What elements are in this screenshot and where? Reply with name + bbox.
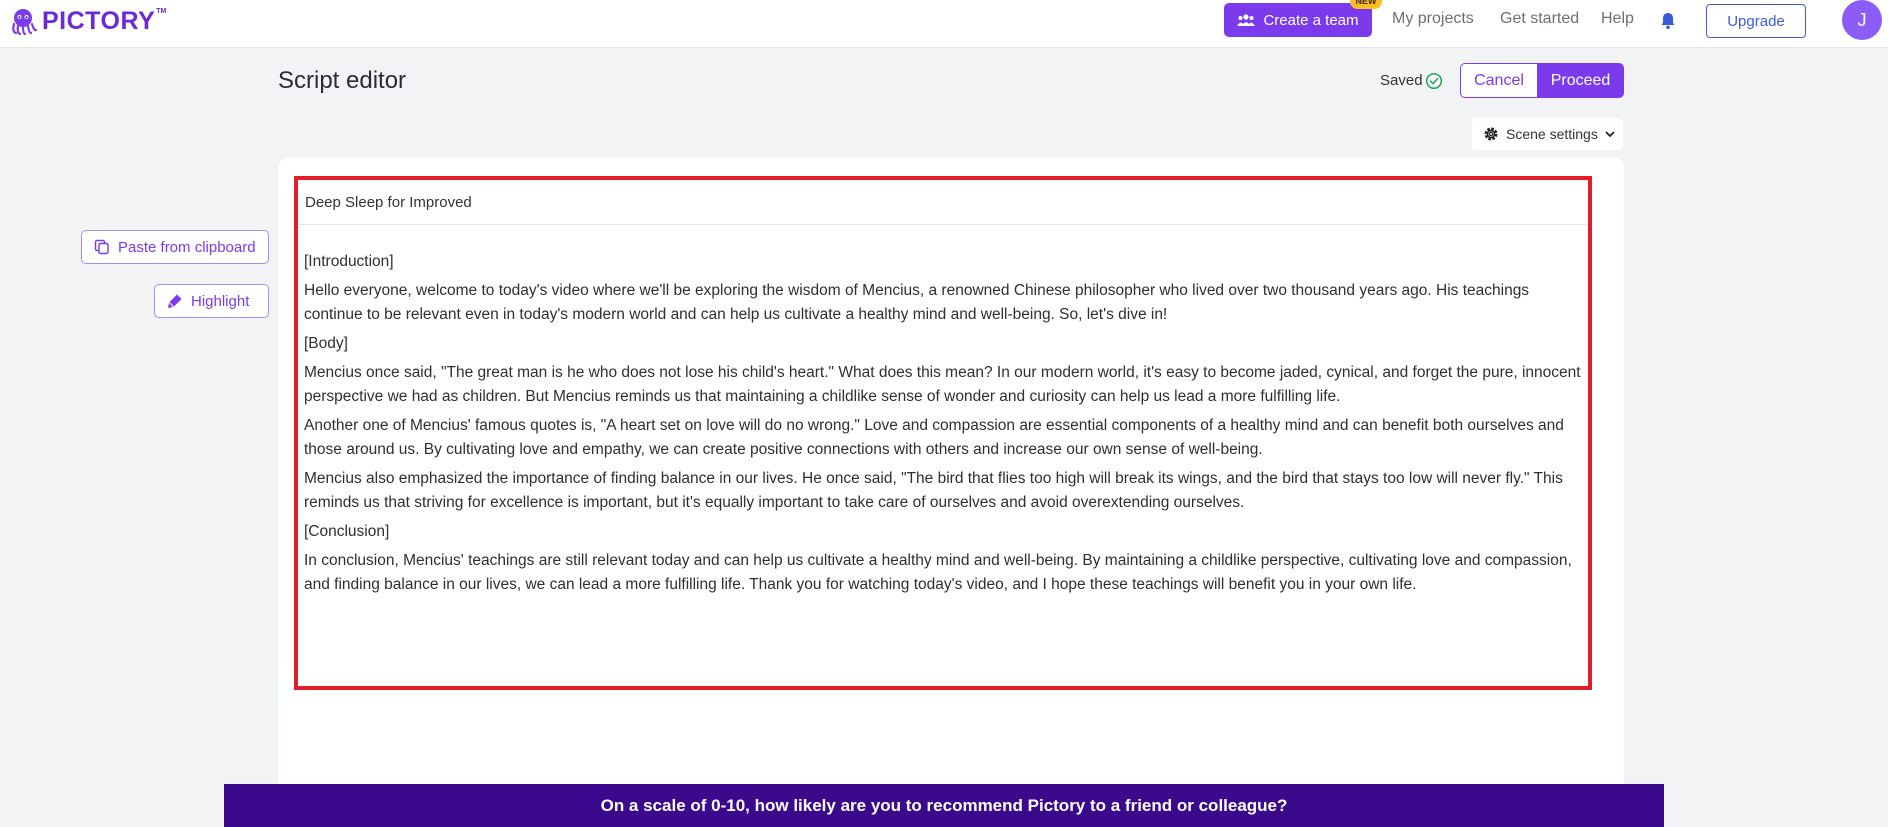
trademark: TM xyxy=(156,7,167,15)
paste-label: Paste from clipboard xyxy=(118,238,256,256)
bell-icon[interactable] xyxy=(1658,11,1678,31)
copy-icon xyxy=(94,239,109,255)
nav-help[interactable]: Help xyxy=(1601,10,1634,28)
survey-question: On a scale of 0-10, how likely are you t… xyxy=(600,795,1288,815)
gear-icon xyxy=(1484,127,1498,141)
nav-get-started[interactable]: Get started xyxy=(1500,10,1579,28)
saved-status: Saved xyxy=(1380,72,1423,89)
marker-icon xyxy=(168,294,182,308)
brand-name: PICTORY xyxy=(42,6,156,35)
highlight-frame xyxy=(294,176,1592,690)
nps-survey-bar[interactable]: On a scale of 0-10, how likely are you t… xyxy=(224,784,1664,827)
top-navbar: PICTORY TM Create a team NEW My projects… xyxy=(0,0,1888,48)
highlight-button[interactable]: Highlight xyxy=(154,284,269,318)
check-circle-icon xyxy=(1425,72,1443,90)
page-title: Script editor xyxy=(278,67,407,94)
pictory-logo[interactable]: PICTORY TM xyxy=(8,4,166,38)
new-badge: NEW xyxy=(1350,0,1382,9)
cancel-button[interactable]: Cancel xyxy=(1460,63,1537,98)
paste-from-clipboard-button[interactable]: Paste from clipboard xyxy=(81,230,269,264)
scene-settings-label: Scene settings xyxy=(1506,126,1598,142)
scene-settings-button[interactable]: Scene settings xyxy=(1472,118,1623,150)
create-team-label: Create a team xyxy=(1263,11,1359,29)
upgrade-button[interactable]: Upgrade xyxy=(1706,4,1806,38)
proceed-button[interactable]: Proceed xyxy=(1537,63,1624,98)
action-button-group: Cancel Proceed xyxy=(1460,63,1624,98)
octopus-logo-icon xyxy=(12,9,38,36)
highlight-label: Highlight xyxy=(191,292,250,310)
team-icon xyxy=(1237,14,1256,26)
create-team-button[interactable]: Create a team xyxy=(1224,3,1372,37)
user-avatar[interactable]: J xyxy=(1842,0,1882,40)
nav-my-projects[interactable]: My projects xyxy=(1392,10,1474,28)
chevron-down-icon xyxy=(1605,131,1615,138)
